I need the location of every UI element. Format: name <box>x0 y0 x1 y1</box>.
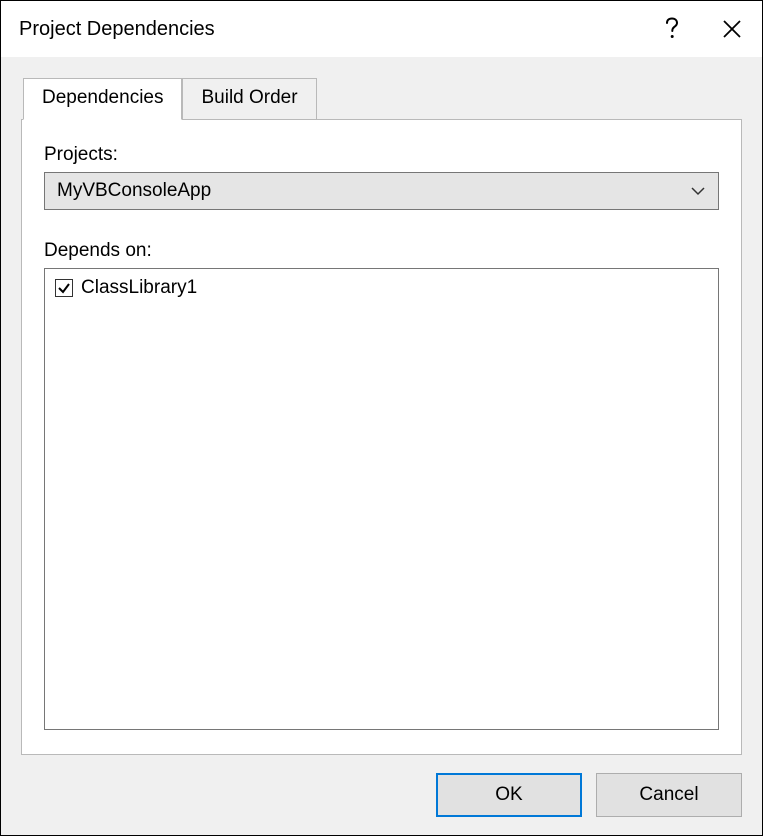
help-button[interactable] <box>642 1 702 57</box>
button-label: OK <box>495 784 522 806</box>
tab-dependencies[interactable]: Dependencies <box>23 78 182 120</box>
list-item[interactable]: ClassLibrary1 <box>55 275 708 301</box>
projects-label: Projects: <box>44 144 719 166</box>
depends-on-label: Depends on: <box>44 240 719 262</box>
tab-label: Build Order <box>201 87 297 108</box>
combobox-selected-value: MyVBConsoleApp <box>57 180 211 202</box>
help-icon <box>664 17 680 41</box>
checkmark-icon <box>57 281 71 295</box>
ok-button[interactable]: OK <box>436 773 582 817</box>
list-item-label: ClassLibrary1 <box>81 277 197 299</box>
project-dependencies-dialog: Project Dependencies Dependencies Build … <box>0 0 763 836</box>
tab-label: Dependencies <box>42 87 163 108</box>
projects-combobox[interactable]: MyVBConsoleApp <box>44 172 719 210</box>
button-label: Cancel <box>639 784 698 806</box>
close-button[interactable] <box>702 1 762 57</box>
cancel-button[interactable]: Cancel <box>596 773 742 817</box>
tab-build-order[interactable]: Build Order <box>182 78 316 120</box>
dialog-title: Project Dependencies <box>19 18 642 41</box>
chevron-down-icon <box>690 186 706 196</box>
checkbox[interactable] <box>55 279 73 297</box>
client-area: Dependencies Build Order Projects: MyVBC… <box>1 57 762 835</box>
tabstrip: Dependencies Build Order <box>21 78 742 120</box>
close-icon <box>722 19 742 39</box>
depends-on-listbox[interactable]: ClassLibrary1 <box>44 268 719 730</box>
dialog-footer: OK Cancel <box>21 755 742 817</box>
titlebar: Project Dependencies <box>1 1 762 57</box>
tabpanel-dependencies: Projects: MyVBConsoleApp Depends on: <box>21 119 742 755</box>
